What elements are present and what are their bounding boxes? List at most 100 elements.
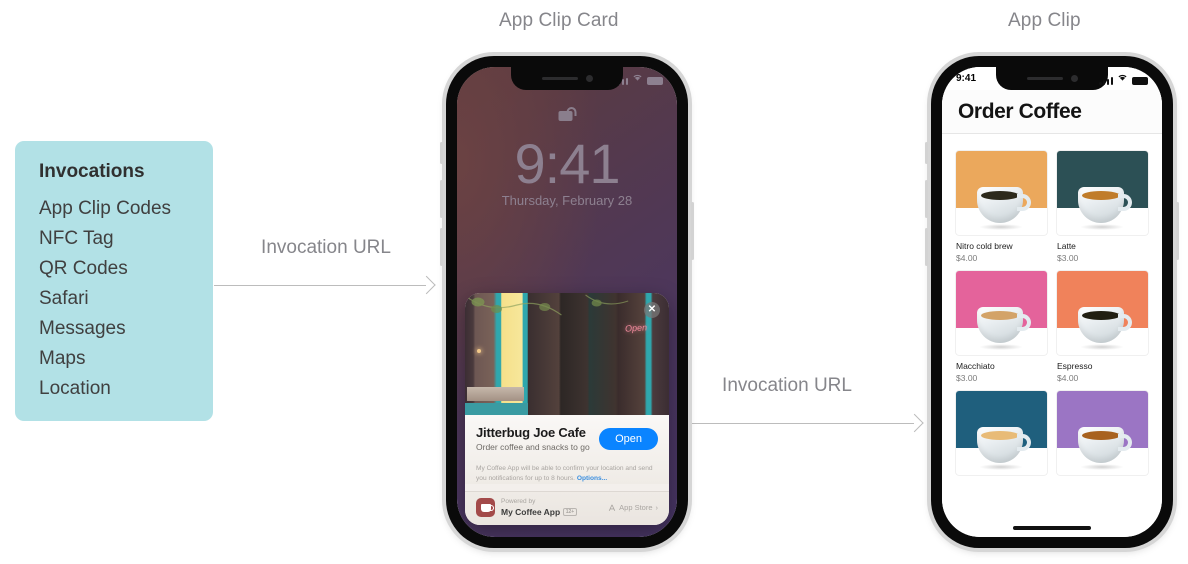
arrow-head-icon	[417, 275, 436, 295]
arrow-invocation-url-2: Invocation URL	[648, 375, 926, 442]
coffee-tile[interactable]	[1057, 391, 1148, 481]
coffee-name: Espresso	[1057, 361, 1093, 371]
notch	[511, 67, 623, 90]
coffee-cup-icon	[973, 187, 1031, 230]
coffee-cup-icon	[1074, 307, 1132, 350]
cafe-counter	[467, 387, 525, 402]
arrow-line	[214, 285, 426, 287]
heading-app-clip-card: App Clip Card	[499, 10, 619, 31]
coffee-price: $3.00	[956, 373, 978, 383]
app-store-icon	[608, 504, 616, 511]
mute-switch[interactable]	[440, 142, 443, 164]
lock-screen-time: 9:41	[514, 132, 621, 195]
app-store-label: App Store	[619, 503, 653, 512]
speaker-grille-icon	[541, 76, 578, 81]
invocation-item-location: Location	[39, 378, 111, 399]
wifi-icon	[632, 73, 643, 85]
coffee-cup-icon	[1074, 187, 1132, 230]
coffee-name: Macchiato	[956, 361, 995, 371]
arrow-label-invocation-url-1: Invocation URL	[261, 237, 391, 258]
arrow-head-icon	[905, 413, 924, 433]
invocation-item-nfc-tag: NFC Tag	[39, 228, 114, 249]
volume-down-button[interactable]	[440, 228, 443, 266]
app-name-text: My Coffee App	[501, 506, 561, 517]
page-title: Order Coffee	[958, 100, 1082, 123]
coffee-name: Latte	[1057, 241, 1076, 251]
phone-screen-lockscreen: 9:41 Thursday, February 28 Open ✕ Jitter…	[457, 67, 677, 537]
coffee-tile[interactable]: Espresso $4.00	[1057, 271, 1148, 383]
app-clip-card-title: Jitterbug Joe Cafe	[476, 425, 586, 441]
power-button[interactable]	[691, 202, 694, 260]
app-clip-card-footer: Powered by My Coffee App 12+ App Store ›	[465, 491, 669, 525]
battery-icon	[647, 77, 663, 85]
invocation-item-qr-codes: QR Codes	[39, 258, 128, 279]
mute-switch[interactable]	[925, 142, 928, 164]
app-clip-app: 9:41 Order Coffee Nitro cold brew $4.00 …	[942, 67, 1162, 537]
status-bar-right	[1099, 73, 1148, 85]
coffee-tile[interactable]: Nitro cold brew $4.00	[956, 151, 1047, 263]
invocation-item-safari: Safari	[39, 288, 89, 309]
coffee-tile[interactable]: Macchiato $3.00	[956, 271, 1047, 383]
coffee-cup-icon	[1074, 427, 1132, 470]
coffee-image	[956, 151, 1047, 235]
invocations-panel: Invocations App Clip Codes NFC Tag QR Co…	[15, 141, 213, 421]
coffee-image	[1057, 271, 1148, 355]
cellular-signal-icon	[1099, 77, 1113, 85]
coffee-name: Nitro cold brew	[956, 241, 1013, 251]
unlocked-lock-icon	[558, 107, 577, 121]
cafe-base-trim	[465, 403, 529, 416]
coffee-cup-icon	[973, 307, 1031, 350]
invocations-title: Invocations	[39, 161, 145, 182]
coffee-tile[interactable]	[956, 391, 1047, 481]
chevron-right-icon: ›	[655, 503, 659, 512]
arrow-invocation-url-1: Invocation URL	[214, 237, 438, 304]
string-light-icon	[477, 349, 481, 354]
volume-up-button[interactable]	[925, 180, 928, 218]
app-clip-card-photo: Open ✕	[465, 293, 669, 416]
coffee-cup-icon	[973, 427, 1031, 470]
app-clip-card-notice: My Coffee App will be able to confirm yo…	[476, 464, 658, 484]
phone-app-clip-card: 9:41 Thursday, February 28 Open ✕ Jitter…	[440, 56, 694, 548]
app-clip-card-body: Jitterbug Joe Cafe Order coffee and snac…	[465, 415, 669, 484]
coffee-grid: Nitro cold brew $4.00 Latte $3.00 Macchiato $…	[942, 139, 1162, 481]
phone-screen-app: 9:41 Order Coffee Nitro cold brew $4.00 …	[942, 67, 1162, 537]
app-clip-card-subtitle: Order coffee and snacks to go	[476, 442, 590, 453]
app-navigation-bar: Order Coffee	[942, 90, 1162, 134]
heading-app-clip: App Clip	[1008, 10, 1081, 31]
coffee-price: $4.00	[1057, 373, 1079, 383]
coffee-image	[1057, 391, 1148, 475]
open-neon-sign: Open	[624, 322, 648, 334]
app-clip-card[interactable]: Open ✕ Jitterbug Joe Cafe Order coffee a…	[465, 293, 669, 525]
coffee-mug-icon	[476, 498, 495, 517]
lock-screen-wallpaper: 9:41 Thursday, February 28 Open ✕ Jitter…	[457, 67, 677, 537]
open-button[interactable]: Open	[599, 427, 658, 450]
coffee-tile[interactable]: Latte $3.00	[1057, 151, 1148, 263]
notice-text: My Coffee App will be able to confirm yo…	[476, 465, 653, 483]
front-camera-icon	[585, 75, 593, 82]
status-bar: 9:41	[942, 67, 1162, 90]
power-button[interactable]	[1176, 202, 1179, 260]
invocation-item-messages: Messages	[39, 318, 126, 339]
volume-down-button[interactable]	[925, 228, 928, 266]
home-indicator[interactable]	[1013, 526, 1091, 530]
coffee-image	[956, 391, 1047, 475]
phone-app-clip: 9:41 Order Coffee Nitro cold brew $4.00 …	[925, 56, 1179, 548]
lock-screen-date: Thursday, February 28	[501, 193, 633, 208]
wifi-icon	[1117, 73, 1128, 85]
app-name: My Coffee App 12+	[501, 507, 577, 517]
powered-by-label: Powered by	[501, 498, 536, 506]
coffee-price: $3.00	[1057, 253, 1079, 263]
status-bar-time: 9:41	[956, 73, 977, 84]
invocation-item-app-clip-codes: App Clip Codes	[39, 198, 172, 219]
invocation-item-maps: Maps	[39, 348, 86, 369]
age-rating-badge: 12+	[563, 507, 577, 516]
coffee-image	[956, 271, 1047, 355]
battery-icon	[1132, 76, 1148, 85]
diagram-canvas: App Clip Card App Clip Invocations App C…	[0, 0, 1188, 564]
volume-up-button[interactable]	[440, 180, 443, 218]
arrow-label-invocation-url-2: Invocation URL	[722, 375, 852, 396]
options-link[interactable]: Options...	[577, 475, 607, 482]
app-store-link[interactable]: App Store ›	[608, 503, 658, 512]
coffee-image	[1057, 151, 1148, 235]
coffee-price: $4.00	[956, 253, 978, 263]
